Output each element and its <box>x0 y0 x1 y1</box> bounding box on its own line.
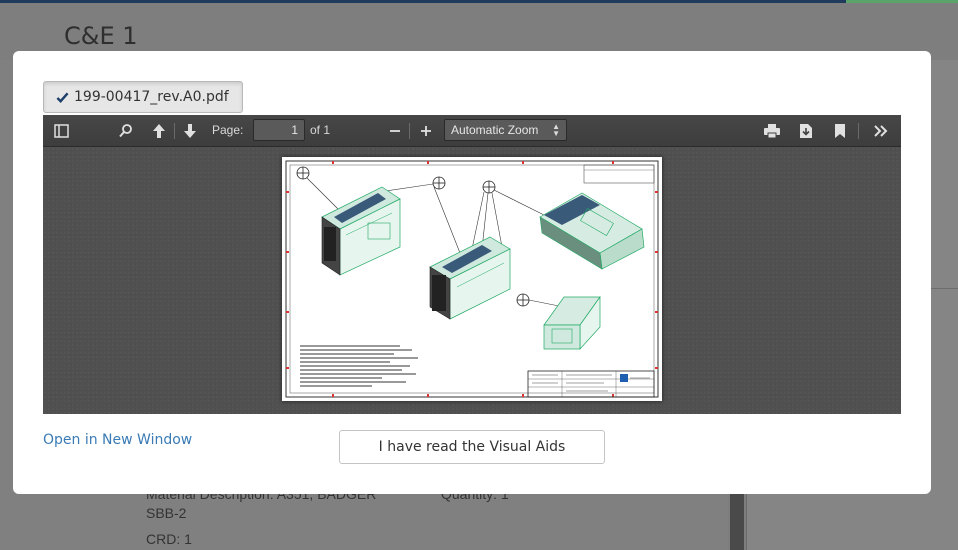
pdf-viewer-body <box>43 147 901 414</box>
material-description-cont: SBB-2 <box>146 505 187 521</box>
open-in-new-window-link[interactable]: Open in New Window <box>43 432 192 448</box>
toolbar-separator <box>409 123 410 139</box>
zoom-value: Automatic Zoom <box>451 123 539 137</box>
pdf-viewer: Page: of 1 Automatic Zoom ▲▼ <box>43 115 901 414</box>
crd: CRD: 1 <box>146 531 192 547</box>
select-caret-icon: ▲ ▼ <box>552 122 560 138</box>
search-icon[interactable] <box>116 121 136 141</box>
check-icon <box>56 92 69 103</box>
page-number-input[interactable] <box>253 119 305 141</box>
zoom-out-icon[interactable] <box>385 121 405 141</box>
visual-aids-modal: 199-00417_rev.A0.pdf Page: of 1 <box>13 51 931 494</box>
print-icon[interactable] <box>762 121 782 141</box>
page-label: Page: <box>212 123 244 137</box>
toolbar-separator <box>858 123 859 139</box>
previous-page-icon[interactable] <box>149 121 169 141</box>
technical-drawing <box>285 160 659 398</box>
zoom-in-icon[interactable] <box>416 121 436 141</box>
pdf-page <box>282 157 662 401</box>
page-count: of 1 <box>310 123 331 137</box>
sidebar-toggle-icon[interactable] <box>52 121 72 141</box>
toolbar-separator <box>174 123 175 139</box>
next-page-icon[interactable] <box>180 121 200 141</box>
file-tab[interactable]: 199-00417_rev.A0.pdf <box>43 81 243 113</box>
tools-icon[interactable] <box>871 121 891 141</box>
bookmark-icon[interactable] <box>830 121 850 141</box>
pdf-toolbar: Page: of 1 Automatic Zoom ▲▼ <box>43 115 901 147</box>
zoom-select[interactable]: Automatic Zoom ▲ ▼ <box>444 119 567 141</box>
file-tab-label: 199-00417_rev.A0.pdf <box>74 89 229 105</box>
page-title: C&E 1 <box>64 22 138 50</box>
acknowledge-button[interactable]: I have read the Visual Aids <box>339 430 605 464</box>
download-icon[interactable] <box>796 121 816 141</box>
